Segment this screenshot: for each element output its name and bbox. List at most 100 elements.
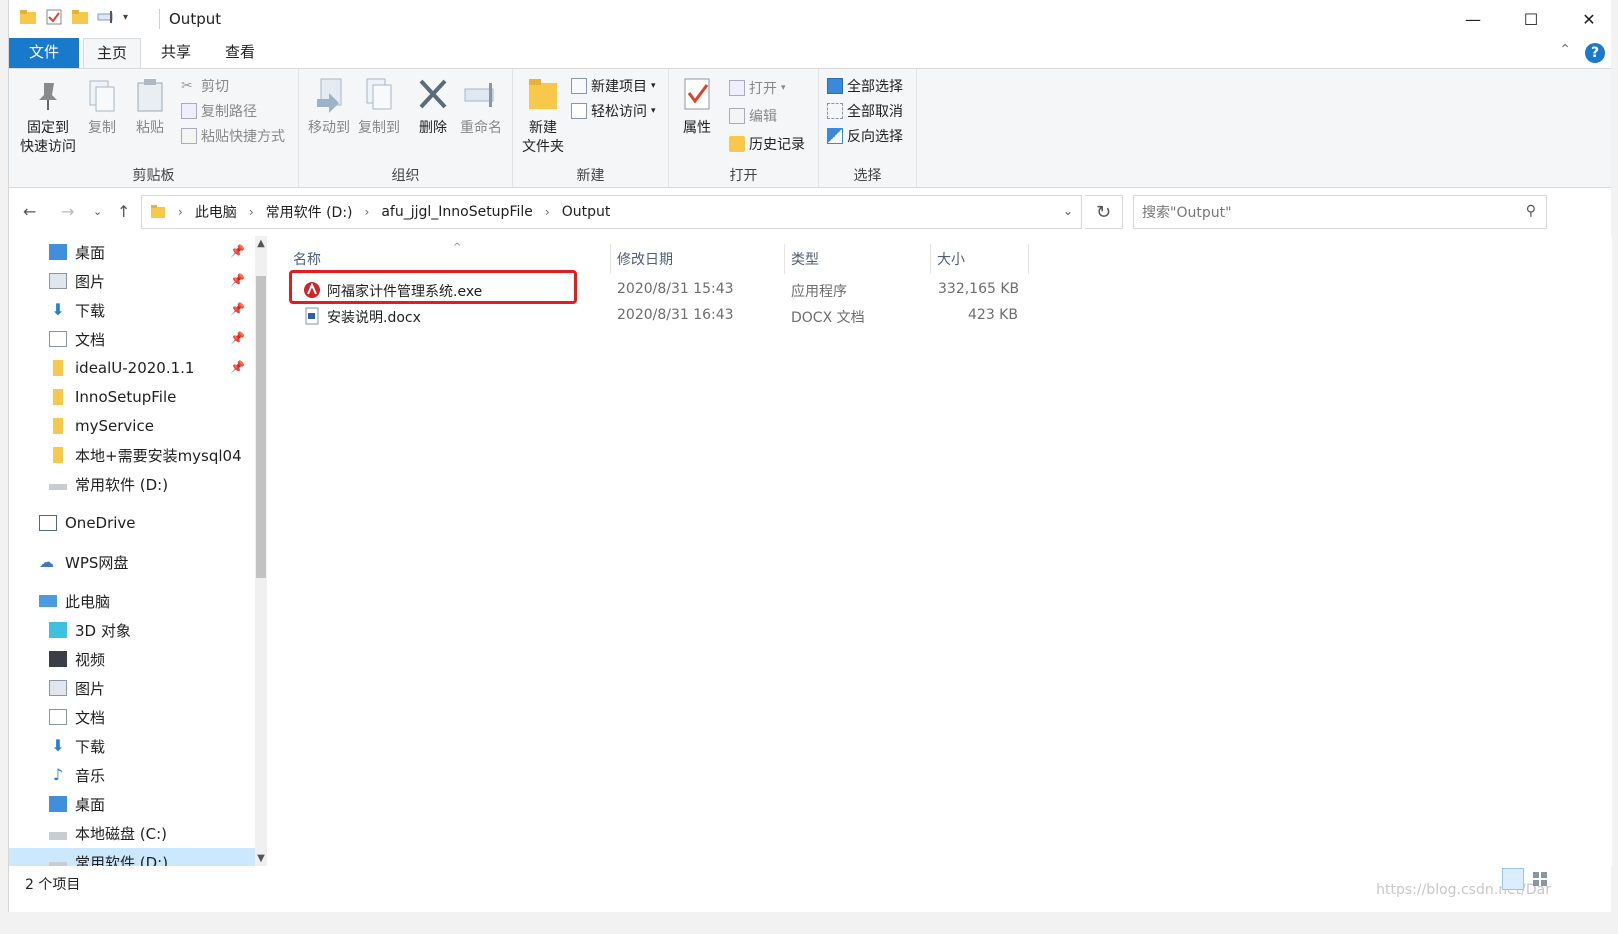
nav-item-folder[interactable]: 本地+需要安装mysql04 <box>9 441 255 469</box>
rename-button[interactable]: 重命名 <box>457 75 505 138</box>
breadcrumb-this-pc[interactable]: 此电脑 <box>195 202 237 222</box>
refresh-button[interactable]: ↻ <box>1085 195 1123 229</box>
address-dropdown-icon[interactable]: ⌄ <box>1063 204 1073 218</box>
easy-access-button[interactable]: 轻松访问 ▾ <box>571 100 656 122</box>
file-type: 应用程序 <box>791 284 847 300</box>
scroll-up-icon[interactable]: ▲ <box>255 238 267 249</box>
tab-share[interactable]: 共享 <box>147 38 205 68</box>
edit-button[interactable]: 编辑 <box>729 105 777 127</box>
item-count: 2 个项目 <box>25 877 81 893</box>
breadcrumb-folder[interactable]: afu_jjgl_InnoSetupFile <box>381 204 533 220</box>
close-button[interactable]: ✕ <box>1560 0 1618 38</box>
address-bar[interactable]: › 此电脑 › 常用软件 (D:) › afu_jjgl_InnoSetupFi… <box>141 195 1082 229</box>
tab-home[interactable]: 主页 <box>83 38 141 69</box>
cut-button[interactable]: ✂ 剪切 <box>181 75 229 97</box>
history-button[interactable]: 历史记录 <box>729 133 805 155</box>
copy-button[interactable]: 复制 <box>81 75 123 138</box>
column-header-label: 大小 <box>937 252 965 268</box>
copy-path-button[interactable]: 复制路径 <box>181 100 257 122</box>
copy-label: 复制 <box>88 120 116 136</box>
nav-pane-scrollbar[interactable]: ▲ ▼ <box>255 236 267 866</box>
nav-item-music[interactable]: ♪ 音乐 <box>9 761 255 789</box>
nav-item-folder[interactable]: idealU-2020.1.1 📌 <box>9 354 255 382</box>
select-all-button[interactable]: 全部选择 <box>827 75 903 97</box>
new-item-button[interactable]: 新建项目 ▾ <box>571 75 656 97</box>
nav-item-label: 本地+需要安装mysql04 <box>75 446 242 465</box>
invert-selection-button[interactable]: 反向选择 <box>827 125 903 147</box>
paste-shortcut-button[interactable]: 粘贴快捷方式 <box>181 125 285 147</box>
nav-item-onedrive[interactable]: OneDrive <box>9 509 255 537</box>
select-none-button[interactable]: 全部取消 <box>827 100 903 122</box>
properties-check-icon[interactable] <box>45 8 63 26</box>
nav-item-documents[interactable]: 文档 📌 <box>9 325 255 353</box>
nav-item-downloads[interactable]: ⬇ 下载 <box>9 732 255 760</box>
details-view-button[interactable] <box>1502 868 1524 890</box>
scroll-down-icon[interactable]: ▼ <box>255 853 267 864</box>
new-folder-line1: 新建 <box>529 120 557 136</box>
properties-button[interactable]: 属性 <box>675 75 719 138</box>
nav-item-documents[interactable]: 文档 <box>9 703 255 731</box>
column-header-type[interactable]: 类型 <box>785 244 931 274</box>
breadcrumb-current[interactable]: Output <box>562 204 611 220</box>
file-modified: 2020/8/31 16:43 <box>617 307 734 323</box>
up-arrow-icon[interactable]: ↑ <box>117 202 130 221</box>
copy-to-button[interactable]: 复制到 <box>355 75 403 138</box>
paste-shortcut-icon <box>181 128 197 144</box>
large-icons-view-button[interactable] <box>1529 868 1551 890</box>
new-folder-icon[interactable] <box>71 8 89 26</box>
scrollbar-thumb[interactable] <box>256 276 266 578</box>
nav-item-label: 3D 对象 <box>75 621 131 640</box>
pin-label-line1: 固定到 <box>27 120 69 136</box>
delete-label: 删除 <box>419 120 447 136</box>
recent-locations-chevron-icon[interactable]: ⌄ <box>93 205 102 218</box>
forward-arrow-icon[interactable]: → <box>61 202 74 221</box>
video-film-icon <box>49 651 67 667</box>
search-input[interactable]: 搜索"Output" ⚲ <box>1133 195 1547 229</box>
nav-item-3d-objects[interactable]: 3D 对象 <box>9 616 255 644</box>
help-icon[interactable]: ? <box>1585 43 1605 63</box>
nav-item-drive-d[interactable]: 常用软件 (D:) <box>9 470 255 498</box>
customize-qat-dropdown-icon[interactable]: ▾ <box>123 12 128 23</box>
file-row[interactable]: 安装说明.docx 2020/8/31 16:43 DOCX 文档 423 KB <box>287 304 1387 328</box>
nav-item-desktop[interactable]: 桌面 📌 <box>9 238 255 266</box>
nav-item-folder[interactable]: InnoSetupFile <box>9 383 255 411</box>
status-bar: 2 个项目 https://blog.csdn.net/Dar <box>9 868 1611 912</box>
tab-file[interactable]: 文件 <box>9 38 79 68</box>
pin-quick-access-button[interactable]: 固定到 快速访问 <box>17 75 79 157</box>
docx-icon <box>305 307 319 325</box>
pin-icon <box>39 83 57 110</box>
paste-button[interactable]: 粘贴 <box>129 75 171 138</box>
nav-item-pictures[interactable]: 图片 <box>9 674 255 702</box>
nav-item-desktop[interactable]: 桌面 <box>9 790 255 818</box>
minimize-button[interactable]: — <box>1444 0 1502 38</box>
breadcrumb-drive-d[interactable]: 常用软件 (D:) <box>266 202 353 222</box>
nav-item-downloads[interactable]: ⬇ 下载 📌 <box>9 296 255 324</box>
nav-item-label: InnoSetupFile <box>75 388 177 406</box>
file-modified: 2020/8/31 15:43 <box>617 281 734 297</box>
move-to-button[interactable]: 移动到 <box>305 75 353 138</box>
new-folder-line2: 文件夹 <box>522 139 564 155</box>
rename-icon[interactable] <box>97 8 115 26</box>
column-header-date[interactable]: 修改日期 <box>611 244 785 274</box>
collapse-ribbon-icon[interactable]: ⌃ <box>1559 42 1571 58</box>
nav-item-pictures[interactable]: 图片 📌 <box>9 267 255 295</box>
nav-item-drive-c[interactable]: 本地磁盘 (C:) <box>9 819 255 847</box>
copy-to-label: 复制到 <box>358 120 400 136</box>
maximize-button[interactable]: ☐ <box>1502 0 1560 38</box>
nav-item-drive-d[interactable]: 常用软件 (D:) <box>9 848 255 866</box>
nav-item-wps-cloud[interactable]: ☁ WPS网盘 <box>9 548 255 576</box>
group-organize: 移动到 复制到 删除 重命名 组织 <box>299 69 513 187</box>
tab-view[interactable]: 查看 <box>211 38 269 68</box>
column-header-size[interactable]: 大小 <box>931 244 1029 274</box>
file-size: 332,165 KB <box>938 281 1020 297</box>
delete-button[interactable]: 删除 <box>413 75 453 138</box>
nav-item-folder[interactable]: myService <box>9 412 255 440</box>
download-arrow-icon: ⬇ <box>51 300 65 319</box>
new-folder-button[interactable]: 新建 文件夹 <box>517 75 569 157</box>
back-arrow-icon[interactable]: ← <box>23 202 36 221</box>
open-button[interactable]: 打开 ▾ <box>729 77 786 99</box>
nav-item-label: 桌面 <box>75 795 106 814</box>
copy-icon <box>89 80 115 112</box>
nav-item-videos[interactable]: 视频 <box>9 645 255 673</box>
nav-item-this-pc[interactable]: 此电脑 <box>9 587 255 615</box>
